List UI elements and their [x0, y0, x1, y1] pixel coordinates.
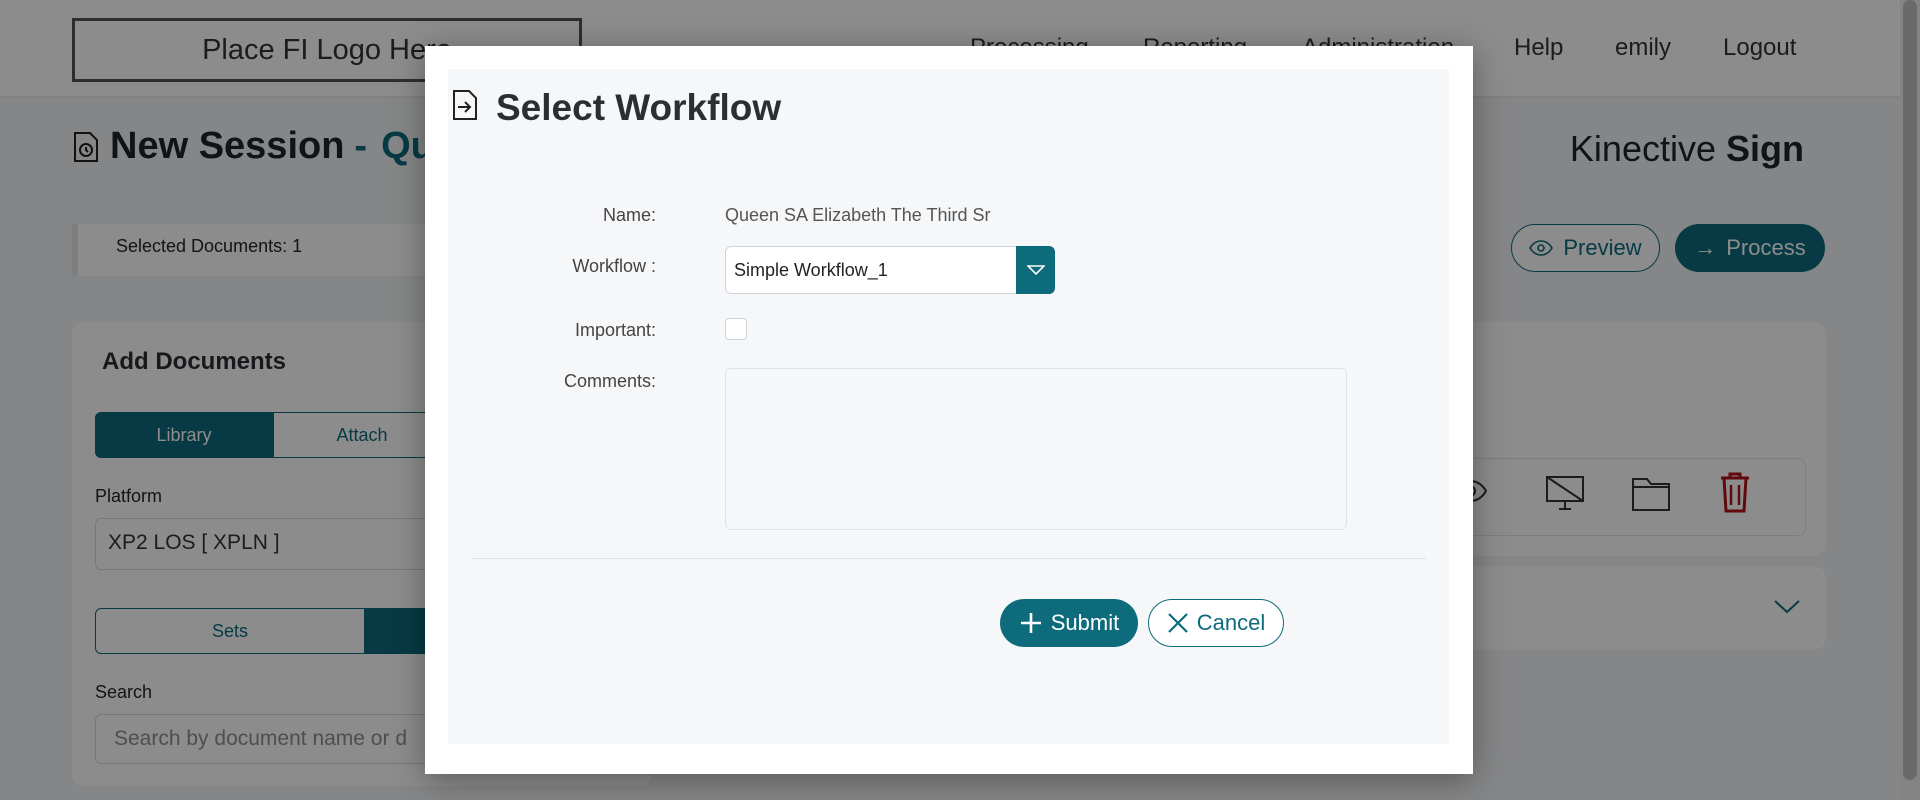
modal-divider	[471, 558, 1426, 559]
modal-body: Select Workflow Name: Queen SA Elizabeth…	[448, 69, 1449, 744]
cancel-label: Cancel	[1196, 610, 1266, 635]
workflow-select-value[interactable]: Simple Workflow_1	[725, 246, 1016, 294]
important-label: Important:	[574, 320, 656, 340]
name-value: Queen SA Elizabeth The Third Sr	[725, 205, 991, 225]
workflow-dropdown-button[interactable]	[1016, 246, 1055, 294]
workflow-select[interactable]: Simple Workflow_1	[725, 246, 1055, 294]
caret-down-icon	[1026, 265, 1045, 275]
select-workflow-modal: Select Workflow Name: Queen SA Elizabeth…	[425, 46, 1473, 774]
important-checkbox[interactable]	[725, 318, 747, 340]
name-label: Name:	[602, 205, 656, 225]
sign-in-document-icon	[453, 90, 477, 120]
submit-button[interactable]: Submit	[1000, 599, 1138, 647]
modal-title: Select Workflow	[496, 87, 782, 128]
cancel-button[interactable]: Cancel	[1148, 599, 1284, 647]
comments-textarea[interactable]	[725, 368, 1347, 530]
close-icon	[1167, 613, 1188, 633]
workflow-label: Workflow :	[572, 256, 656, 276]
submit-label: Submit	[1050, 610, 1120, 635]
comments-label: Comments:	[563, 371, 656, 391]
plus-icon	[1020, 613, 1041, 633]
